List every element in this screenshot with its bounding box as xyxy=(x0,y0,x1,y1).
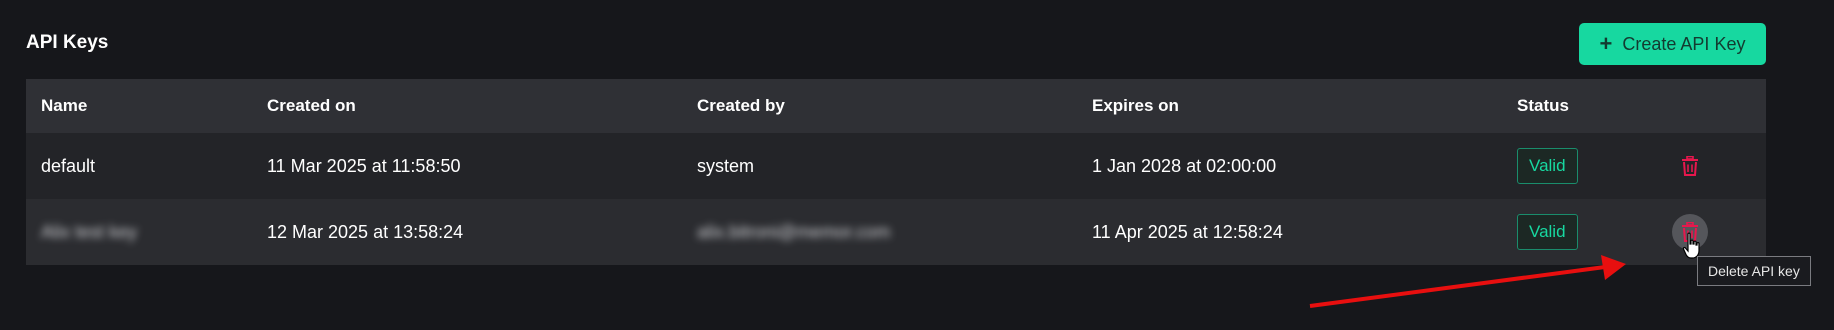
status-badge: Valid xyxy=(1517,148,1578,184)
page-title: API Keys xyxy=(26,32,109,53)
delete-tooltip: Delete API key xyxy=(1697,256,1811,286)
status-badge-label: Valid xyxy=(1517,148,1578,184)
header-name[interactable]: Name xyxy=(41,96,87,116)
expires-on: 11 Apr 2025 at 12:58:24 xyxy=(1092,221,1283,242)
create-api-key-label: Create API Key xyxy=(1622,33,1746,54)
header-created-by[interactable]: Created by xyxy=(697,96,785,116)
created-on: 12 Mar 2025 at 13:58:24 xyxy=(267,221,464,242)
api-keys-table: Name Created on Created by Expires on St… xyxy=(26,79,1766,265)
create-api-key-button[interactable]: + Create API Key xyxy=(1579,23,1766,65)
status-badge: Valid xyxy=(1517,214,1578,250)
delete-button[interactable] xyxy=(1672,148,1708,184)
header-created-on[interactable]: Created on xyxy=(267,96,356,116)
created-by: alix.bitroni@memor.com xyxy=(697,221,891,242)
table-row: default 11 Mar 2025 at 11:58:50 system 1… xyxy=(26,133,1766,199)
created-by: system xyxy=(697,155,755,176)
table-row: Alix test key 12 Mar 2025 at 13:58:24 al… xyxy=(26,199,1766,265)
plus-icon: + xyxy=(1599,31,1613,56)
created-on: 11 Mar 2025 at 11:58:50 xyxy=(267,155,461,176)
header-expires-on[interactable]: Expires on xyxy=(1092,96,1179,116)
header-status[interactable]: Status xyxy=(1517,96,1569,116)
key-name: Alix test key xyxy=(41,221,138,242)
status-badge-label: Valid xyxy=(1517,214,1578,250)
key-name: default xyxy=(41,155,96,176)
expires-on: 1 Jan 2028 at 02:00:00 xyxy=(1092,155,1277,176)
table-header-row: Name Created on Created by Expires on St… xyxy=(26,79,1766,133)
trash-icon[interactable] xyxy=(1672,148,1708,184)
api-keys-page: API Keys + Create API Key Name Created o… xyxy=(0,0,1834,330)
